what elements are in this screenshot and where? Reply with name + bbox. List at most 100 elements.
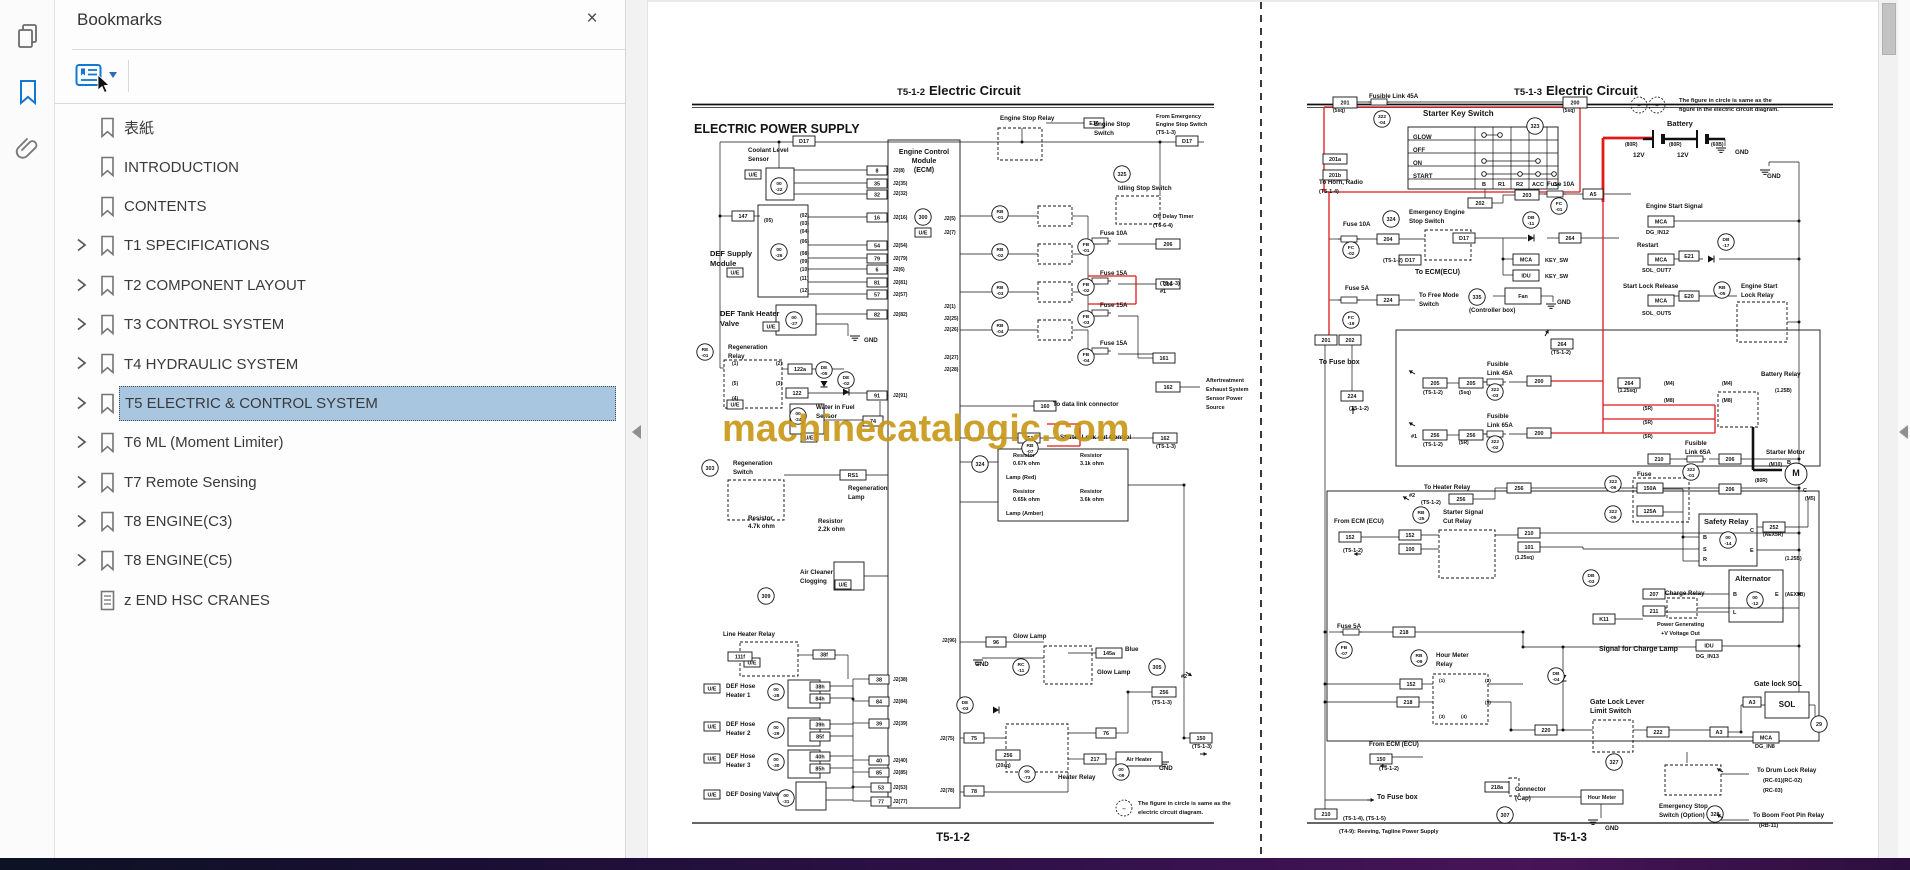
bookmark-item[interactable]: T7 Remote Sensing — [55, 463, 625, 502]
bookmark-label[interactable]: T7 Remote Sensing — [119, 465, 616, 500]
diagram-text: (T5-1-2) — [1423, 390, 1443, 396]
diagram-text: 207 — [1650, 592, 1659, 598]
diagram-text: -11 — [1018, 668, 1025, 674]
diagram-text: 0.65k ohm — [1013, 497, 1040, 503]
bookmark-label[interactable]: CONTENTS — [119, 189, 616, 224]
diagram-text: 307 — [1501, 813, 1510, 819]
bookmark-item[interactable]: z END HSC CRANES — [55, 581, 625, 620]
bookmark-item[interactable]: T3 CONTROL SYSTEM — [55, 305, 625, 344]
diagram-text: 200 — [1535, 379, 1544, 385]
diagram-text: FC — [1348, 315, 1355, 321]
chevron-right-icon[interactable] — [74, 355, 88, 371]
page-thumbnails-icon[interactable] — [14, 22, 42, 50]
bookmark-item[interactable]: T8 ENGINE(C5) — [55, 541, 625, 580]
bookmark-item[interactable]: INTRODUCTION — [55, 147, 625, 186]
diagram-text: (1) — [1439, 678, 1445, 684]
diagram-text: J2(40) — [893, 758, 908, 764]
close-panel-button[interactable]: × — [579, 6, 605, 32]
diagram-text: Fusible — [1487, 413, 1509, 420]
diagram-text: Lamp (Red) — [1006, 475, 1036, 481]
chevron-right-icon[interactable] — [74, 277, 88, 293]
bookmark-icon — [99, 117, 116, 139]
diagram-text: 309 — [762, 594, 771, 600]
diagram-text: Resistor — [1013, 453, 1036, 459]
diagram-text: (T5-1-2) — [1421, 500, 1441, 506]
diagram-text: (Controller box) — [1469, 307, 1515, 314]
bookmark-item[interactable]: T1 SPECIFICATIONS — [55, 226, 625, 265]
diagram-text: B — [1787, 460, 1791, 466]
diagram-text: #1 — [1160, 289, 1166, 295]
scrollbar-thumb[interactable] — [1882, 3, 1896, 55]
diagram-text: -19 — [1348, 321, 1355, 327]
diagram-text: R — [1703, 557, 1707, 563]
diagram-text: Link 65A — [1685, 449, 1711, 456]
diagram-text: FB — [1083, 282, 1090, 288]
bookmark-label[interactable]: T8 ENGINE(C5) — [119, 543, 616, 578]
vertical-scrollbar[interactable] — [1878, 0, 1898, 858]
diagram-text: L — [1733, 610, 1737, 616]
diagram-text: J2(6) — [893, 267, 905, 273]
bookmark-item[interactable]: T2 COMPONENT LAYOUT — [55, 266, 625, 305]
bookmark-options-icon[interactable] — [75, 63, 110, 94]
diagram-text: T5-1-3 — [1514, 87, 1542, 98]
diagram-text: IDU — [1521, 274, 1530, 280]
diagram-text: T5-1-2 — [936, 832, 970, 844]
diagram-text: 39h — [815, 723, 824, 729]
diagram-text: Link 65A — [1487, 422, 1513, 429]
diagram-text: Regeneration — [733, 460, 773, 467]
diagram-text: U/E — [919, 231, 928, 237]
diagram-text: (80R) — [1755, 478, 1768, 484]
bookmark-label[interactable]: T3 CONTROL SYSTEM — [119, 307, 616, 342]
diagram-text: Starter Motor — [1766, 449, 1805, 456]
bookmark-item[interactable]: T5 ELECTRIC & CONTROL SYSTEM — [55, 384, 625, 423]
watermark: machinecatalogic.com — [722, 408, 1130, 450]
diagram-text: 335 — [1473, 295, 1482, 301]
diagram-text: Sensor Power — [1206, 396, 1244, 402]
bookmark-item[interactable]: 表紙 — [55, 108, 625, 147]
diagram-text: 00 — [1752, 595, 1758, 601]
collapse-panel-arrow-icon[interactable] — [632, 425, 641, 439]
diagram-text: (5R) — [1643, 406, 1653, 412]
diagram-text: K11 — [1599, 617, 1609, 623]
bookmark-item[interactable]: T4 HYDRAULIC SYSTEM — [55, 344, 625, 383]
bookmark-label[interactable]: T8 ENGINE(C3) — [119, 504, 616, 539]
chevron-right-icon[interactable] — [74, 513, 88, 529]
chevron-right-icon[interactable] — [74, 552, 88, 568]
bookmark-item[interactable]: CONTENTS — [55, 187, 625, 226]
bookmarks-panel-icon[interactable] — [14, 78, 42, 106]
collapse-tools-arrow-icon[interactable] — [1899, 425, 1908, 439]
chevron-right-icon[interactable] — [74, 316, 88, 332]
bookmark-icon — [99, 353, 116, 375]
diagram-text: -02 — [997, 253, 1004, 259]
diagram-text: A5 — [1590, 192, 1597, 198]
nav-icon-strip — [0, 0, 55, 858]
diagram-text: -03 — [1083, 320, 1090, 326]
diagram-text: -28 — [773, 693, 780, 699]
attachments-icon[interactable] — [14, 134, 42, 162]
diagram-text: To Heater Relay — [1424, 484, 1471, 491]
bookmark-label[interactable]: T6 ML (Moment Limiter) — [119, 425, 616, 460]
chevron-right-icon[interactable] — [74, 237, 88, 253]
diagram-text: (T5-1-2) — [1423, 442, 1443, 448]
bookmark-label[interactable]: z END HSC CRANES — [119, 583, 616, 618]
bookmark-item[interactable]: T8 ENGINE(C3) — [55, 502, 625, 541]
diagram-text: 12V — [1677, 152, 1689, 159]
diagram-text: D17 — [1459, 236, 1469, 242]
diagram-text: From ECM (ECU) — [1369, 741, 1419, 748]
diagram-text: To Boom Foot Pin Relay — [1753, 812, 1825, 819]
diagram-text: Cut Relay — [1443, 518, 1472, 525]
chevron-right-icon[interactable] — [74, 395, 88, 411]
chevron-right-icon[interactable] — [74, 474, 88, 490]
diagram-text: (04) — [800, 229, 809, 235]
diagram-text: figure in the electric circuit diagram. — [1679, 107, 1779, 113]
diagram-text: J2(96) — [942, 638, 957, 644]
bookmark-label[interactable]: T1 SPECIFICATIONS — [119, 228, 616, 263]
bookmark-label[interactable]: INTRODUCTION — [119, 149, 616, 184]
bookmark-item[interactable]: T6 ML (Moment Limiter) — [55, 423, 625, 462]
bookmark-label[interactable]: T2 COMPONENT LAYOUT — [119, 268, 616, 303]
chevron-right-icon[interactable] — [74, 434, 88, 450]
diagram-text: (RB-11) — [1759, 823, 1778, 829]
bookmark-label[interactable]: T4 HYDRAULIC SYSTEM — [119, 346, 616, 381]
bookmark-label[interactable]: T5 ELECTRIC & CONTROL SYSTEM — [119, 385, 616, 422]
bookmark-label[interactable]: 表紙 — [119, 110, 616, 145]
